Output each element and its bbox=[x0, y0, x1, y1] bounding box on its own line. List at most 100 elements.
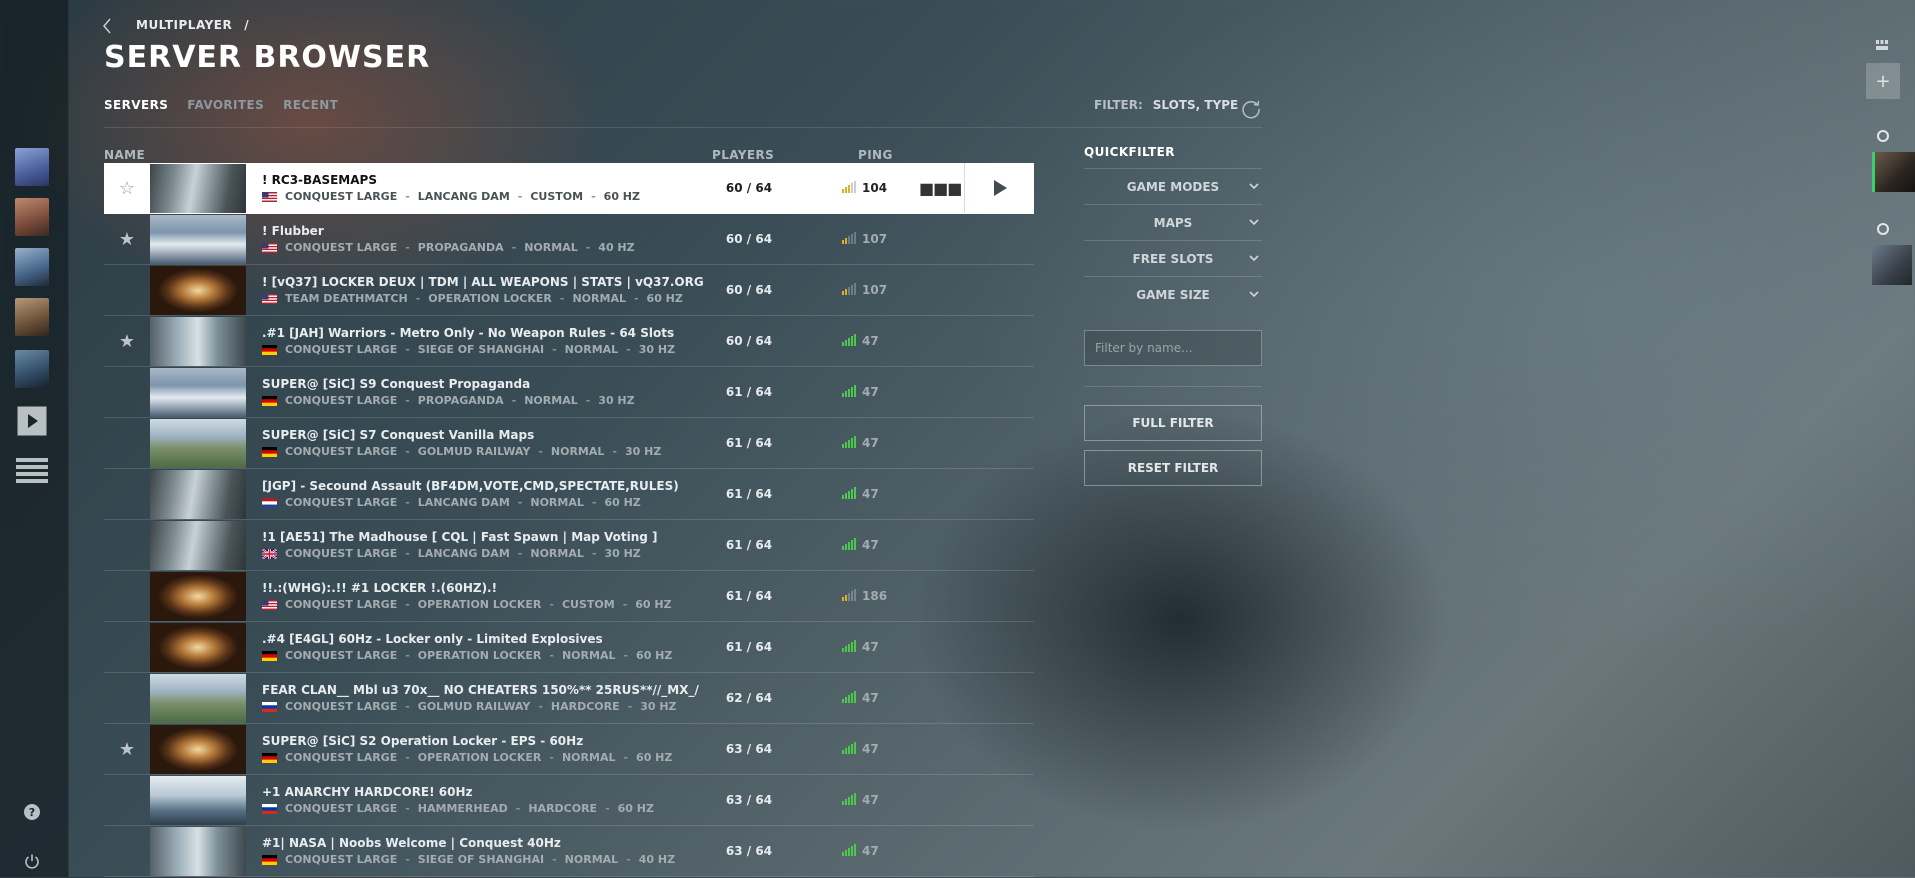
filter-by-name-input[interactable]: Filter by name... bbox=[1084, 330, 1262, 366]
server-name: !1 [AE51] The Madhouse [ CQL | Fast Spaw… bbox=[262, 530, 658, 544]
server-row[interactable]: ★ .#1 [JAH] Warriors - Metro Only - No W… bbox=[104, 316, 1034, 367]
server-details: CONQUEST LARGE - OPERATION LOCKER - NORM… bbox=[262, 649, 707, 662]
power-icon[interactable] bbox=[15, 844, 49, 878]
map-thumbnail bbox=[150, 622, 246, 672]
ping-value: 47 bbox=[862, 334, 879, 348]
quickfilter-panel: QUICKFILTER GAME MODES MAPS FREE SLOTS G… bbox=[1084, 145, 1262, 486]
friend-avatar-2[interactable] bbox=[1872, 245, 1912, 285]
rail-avatar-1[interactable] bbox=[15, 148, 49, 186]
server-preset: CUSTOM bbox=[530, 190, 584, 203]
separator: - bbox=[591, 496, 597, 509]
server-mode: CONQUEST LARGE bbox=[285, 649, 398, 662]
tab-recent[interactable]: RECENT bbox=[283, 98, 338, 112]
more-icon[interactable]: ■■■ bbox=[919, 179, 962, 198]
map-thumbnail bbox=[150, 418, 246, 468]
quickfilter-game-modes[interactable]: GAME MODES bbox=[1084, 168, 1262, 204]
play-icon[interactable] bbox=[15, 404, 49, 438]
chevron-left-icon[interactable] bbox=[102, 18, 112, 38]
separator: - bbox=[585, 394, 591, 407]
star-outline-icon[interactable]: ☆ bbox=[119, 178, 135, 199]
server-row[interactable]: +1 ANARCHY HARDCORE! 60Hz CONQUEST LARGE… bbox=[104, 775, 1034, 826]
server-ping: 186 bbox=[842, 589, 887, 603]
server-row[interactable]: ★ ! Flubber CONQUEST LARGE - PROPAGANDA … bbox=[104, 214, 1034, 265]
server-row[interactable]: SUPER@ [SiC] S7 Conquest Vanilla Maps CO… bbox=[104, 418, 1034, 469]
quickfilter-game-size[interactable]: GAME SIZE bbox=[1084, 276, 1262, 312]
filter-summary[interactable]: FILTER: SLOTS, TYPE bbox=[1094, 98, 1238, 112]
server-row[interactable]: !1 [AE51] The Madhouse [ CQL | Fast Spaw… bbox=[104, 520, 1034, 571]
separator: - bbox=[622, 598, 628, 611]
refresh-icon[interactable] bbox=[1240, 98, 1262, 124]
star-icon[interactable]: ★ bbox=[119, 229, 135, 250]
favorite-toggle[interactable]: ★ bbox=[104, 739, 150, 760]
tab-servers[interactable]: SERVERS bbox=[104, 98, 168, 112]
server-tickrate: 60 HZ bbox=[636, 751, 673, 764]
server-ping: 47 bbox=[842, 487, 879, 501]
server-row[interactable]: ! [vQ37] LOCKER DEUX | TDM | ALL WEAPONS… bbox=[104, 265, 1034, 316]
add-squad-button[interactable]: + bbox=[1866, 63, 1900, 99]
star-icon[interactable]: ★ bbox=[119, 331, 135, 352]
server-row[interactable]: SUPER@ [SiC] S9 Conquest Propaganda CONQ… bbox=[104, 367, 1034, 418]
full-filter-button[interactable]: FULL FILTER bbox=[1084, 405, 1262, 441]
rail-avatar-5[interactable] bbox=[15, 350, 49, 388]
server-details: TEAM DEATHMATCH - OPERATION LOCKER - NOR… bbox=[262, 292, 707, 305]
server-mode: CONQUEST LARGE bbox=[285, 751, 398, 764]
signal-bars-icon bbox=[842, 436, 856, 448]
separator: - bbox=[585, 241, 591, 254]
server-row[interactable]: ☆ ! RC3-BASEMAPS CONQUEST LARGE - LANCAN… bbox=[104, 163, 1034, 214]
menu-icon[interactable] bbox=[15, 454, 49, 488]
server-map: GOLMUD RAILWAY bbox=[417, 445, 531, 458]
server-ping: 47 bbox=[842, 538, 879, 552]
separator: - bbox=[633, 292, 639, 305]
quickfilter-title: QUICKFILTER bbox=[1084, 145, 1175, 159]
separator: - bbox=[405, 751, 410, 764]
map-thumbnail bbox=[150, 673, 246, 723]
page-title: SERVER BROWSER bbox=[104, 40, 431, 75]
quickfilter-free-slots[interactable]: FREE SLOTS bbox=[1084, 240, 1262, 276]
server-row[interactable]: .#4 [E4GL] 60Hz - Locker only - Limited … bbox=[104, 622, 1034, 673]
server-row[interactable]: FEAR CLAN__ Mbl u3 70x__ NO CHEATERS 150… bbox=[104, 673, 1034, 724]
server-mode: CONQUEST LARGE bbox=[285, 547, 398, 560]
server-players: 61 / 64 bbox=[725, 589, 773, 603]
server-players: 63 / 64 bbox=[725, 793, 773, 807]
server-row[interactable]: !!.:(WHG):.!! #1 LOCKER !.(60HZ).! CONQU… bbox=[104, 571, 1034, 622]
join-server-button[interactable] bbox=[964, 163, 1035, 213]
help-icon[interactable]: ? bbox=[15, 795, 49, 829]
column-players[interactable]: PLAYERS bbox=[712, 148, 774, 162]
server-name: ! RC3-BASEMAPS bbox=[262, 173, 377, 187]
column-name[interactable]: NAME bbox=[104, 148, 145, 162]
tab-favorites[interactable]: FAVORITES bbox=[187, 98, 264, 112]
signal-bars-icon bbox=[842, 844, 856, 856]
rail-avatar-3[interactable] bbox=[15, 248, 49, 286]
column-ping[interactable]: PING bbox=[858, 148, 893, 162]
server-ping: 107 bbox=[842, 283, 887, 297]
rail-avatar-2[interactable] bbox=[15, 198, 49, 236]
squad-icon[interactable] bbox=[1875, 36, 1889, 55]
server-tickrate: 60 HZ bbox=[603, 190, 640, 203]
breadcrumb-parent[interactable]: MULTIPLAYER bbox=[136, 18, 232, 32]
favorite-toggle[interactable]: ☆ bbox=[104, 178, 150, 199]
star-icon[interactable]: ★ bbox=[119, 739, 135, 760]
server-map: OPERATION LOCKER bbox=[428, 292, 552, 305]
favorite-toggle[interactable]: ★ bbox=[104, 229, 150, 250]
server-row[interactable]: #1| NASA | Noobs Welcome | Conquest 40Hz… bbox=[104, 826, 1034, 877]
favorite-toggle[interactable]: ★ bbox=[104, 331, 150, 352]
server-info: [JGP] - Secound Assault (BF4DM,VOTE,CMD,… bbox=[262, 479, 707, 509]
right-rail: + bbox=[1853, 0, 1915, 877]
flag-de-icon bbox=[262, 446, 277, 457]
map-thumbnail bbox=[150, 571, 246, 621]
rail-avatar-4[interactable] bbox=[15, 298, 49, 336]
server-ping: 47 bbox=[842, 844, 879, 858]
friend-avatar-1[interactable] bbox=[1872, 152, 1915, 192]
server-row[interactable]: ★ SUPER@ [SiC] S2 Operation Locker - EPS… bbox=[104, 724, 1034, 775]
separator: - bbox=[605, 802, 610, 815]
ping-value: 107 bbox=[862, 283, 888, 297]
server-row[interactable]: [JGP] - Secound Assault (BF4DM,VOTE,CMD,… bbox=[104, 469, 1034, 520]
map-thumbnail bbox=[150, 724, 246, 774]
reset-filter-button[interactable]: RESET FILTER bbox=[1084, 450, 1262, 486]
flag-us-icon bbox=[262, 599, 277, 610]
server-preset: NORMAL bbox=[550, 445, 605, 458]
ping-value: 47 bbox=[862, 436, 879, 450]
quickfilter-maps[interactable]: MAPS bbox=[1084, 204, 1262, 240]
server-tickrate: 30 HZ bbox=[640, 700, 677, 713]
separator: - bbox=[405, 853, 410, 866]
